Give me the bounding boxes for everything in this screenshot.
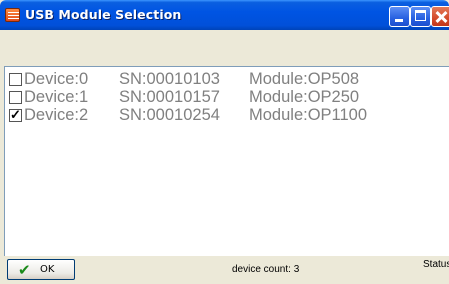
device-id: Device:0: [24, 70, 89, 88]
device-count: device count: 3: [232, 264, 300, 275]
ok-button[interactable]: ✔ OK: [7, 259, 75, 280]
checkmark-icon: ✔: [18, 261, 31, 279]
window-title: USB Module Selection: [25, 7, 182, 22]
status-bar: ✔ OK device count: 3 Status: [0, 256, 449, 284]
status-label: Status: [423, 259, 449, 270]
device-serial: SN:00010103: [119, 70, 220, 88]
device-id: Device:1: [24, 88, 89, 106]
minimize-button[interactable]: [389, 6, 410, 27]
device-list[interactable]: Device:0 SN:00010103 Module:OP508 Device…: [4, 66, 449, 256]
title-bar: USB Module Selection: [0, 0, 449, 30]
device-module: Module:OP250: [249, 88, 360, 106]
close-button[interactable]: [431, 6, 449, 27]
device-module: Module:OP1100: [249, 106, 368, 124]
device-serial: SN:00010254: [119, 106, 220, 124]
maximize-button[interactable]: [410, 6, 431, 27]
device-serial: SN:00010157: [119, 88, 220, 106]
ok-button-label: OK: [40, 264, 55, 275]
device-checkbox[interactable]: [9, 91, 22, 104]
device-id: Device:2: [24, 106, 89, 124]
toolbar-area: [0, 30, 449, 66]
app-icon: [5, 8, 20, 22]
device-checkbox[interactable]: [9, 73, 22, 86]
device-module: Module:OP508: [249, 70, 360, 88]
device-checkbox[interactable]: [9, 106, 22, 124]
